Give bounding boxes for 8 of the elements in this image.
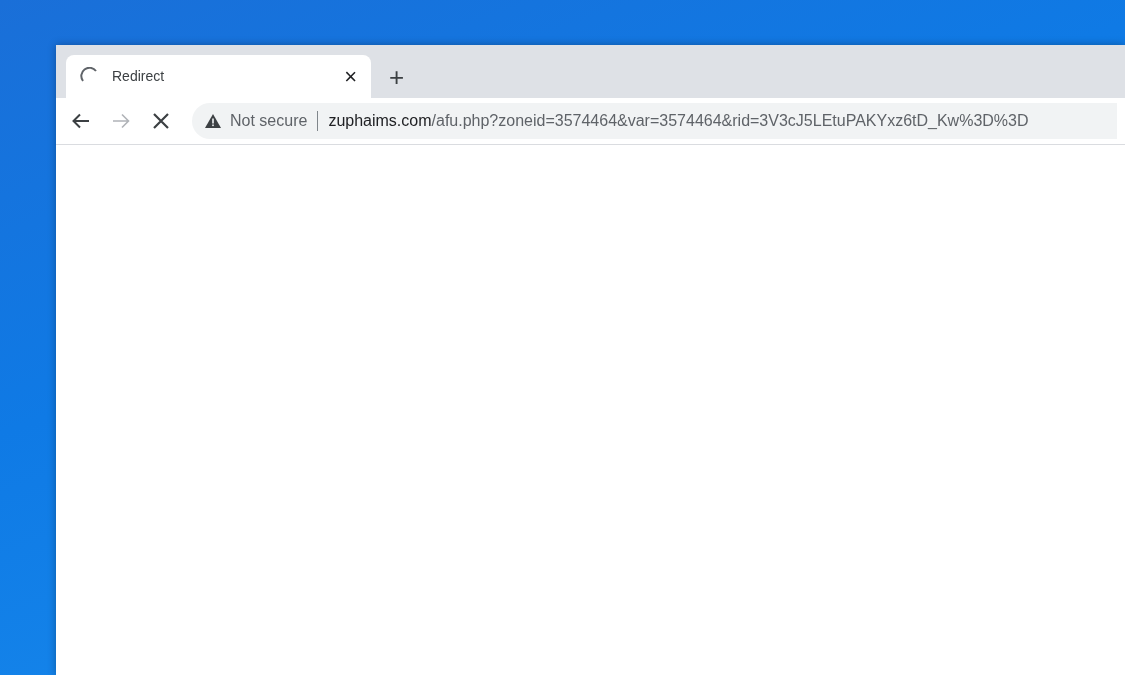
- tab-title: Redirect: [112, 67, 166, 86]
- url-text: zuphaims.com/afu.php?zoneid=3574464&var=3574464&rid=3V3cJ5LEtuPAKYxz6tD_Kw%3D%3D: [327, 111, 1029, 131]
- new-tab-button[interactable]: +: [383, 64, 411, 90]
- security-label: Not secure: [230, 111, 319, 131]
- tab-close-button[interactable]: ×: [342, 65, 359, 88]
- warning-icon: [204, 113, 222, 129]
- browser-tab[interactable]: Redirect ×: [66, 55, 371, 98]
- address-bar[interactable]: Not secure zuphaims.com/afu.php?zoneid=3574464&var=3574464&rid=3V3cJ5LEtuPAKYxz6tD_Kw%3D%3D: [192, 103, 1117, 139]
